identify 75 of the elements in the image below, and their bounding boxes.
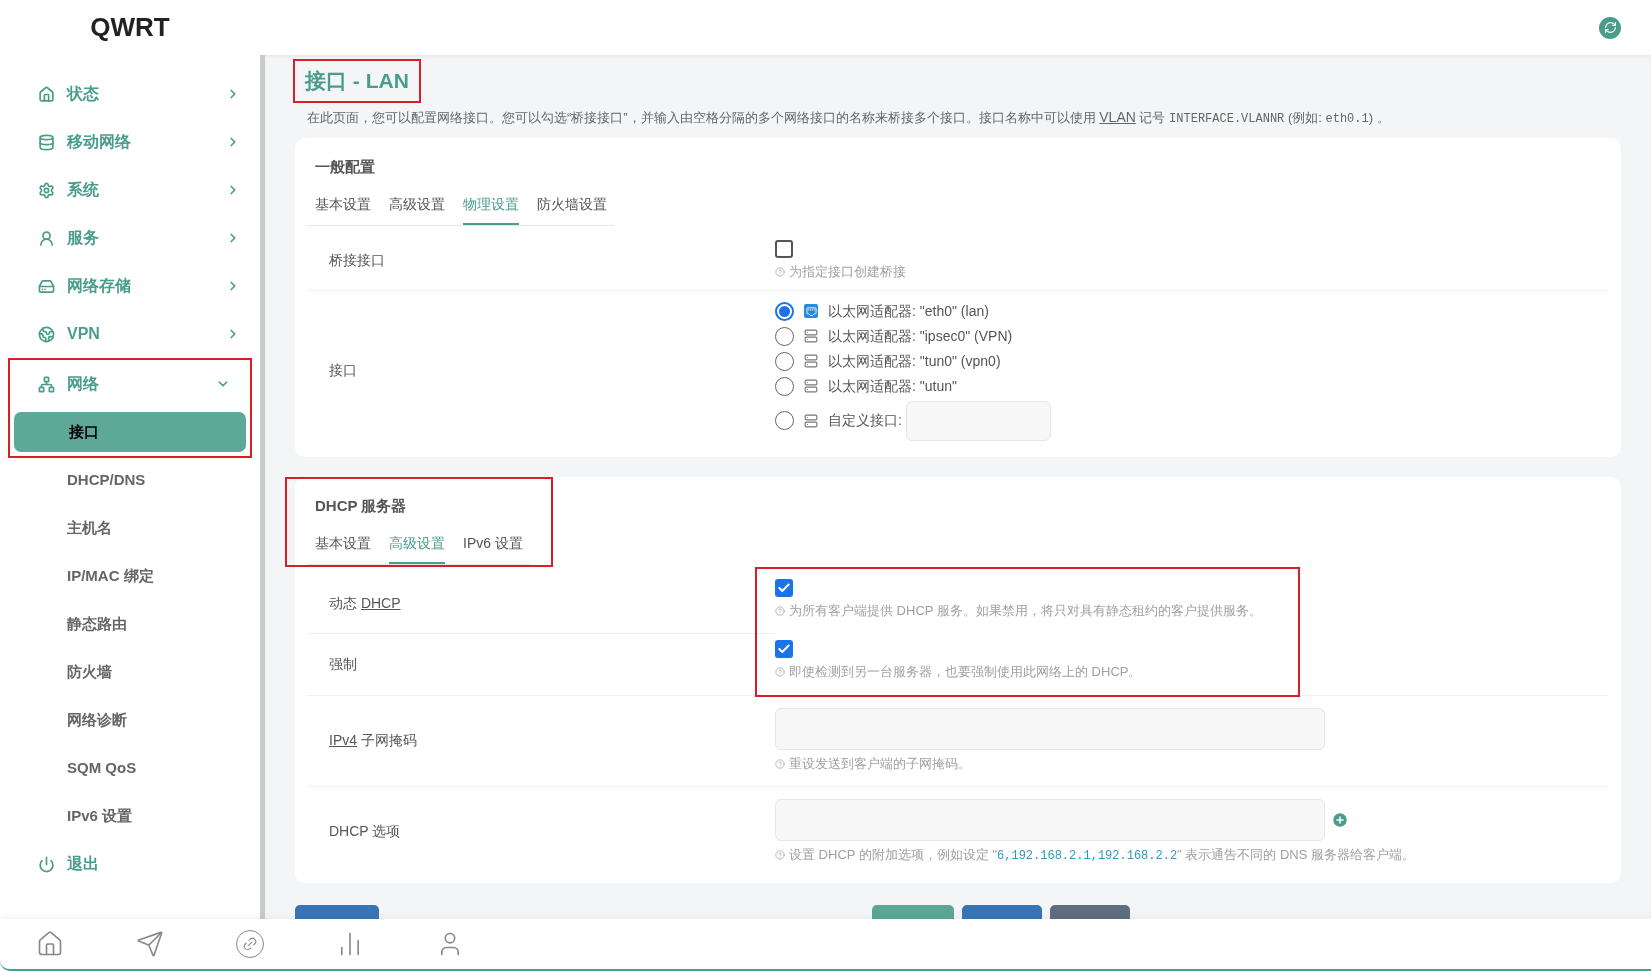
- page-description: 在此页面，您可以配置网络接口。您可以勾选“桥接接口”，并输入由空格分隔的多个网络接口的名称来桥接多个接口。接口名称中可以使用 VLAN 记号 INTERFACE.VLANNR (例如: eth0.1) 。: [306, 107, 1391, 128]
- hint-text: 为指定接口创建桥接: [789, 263, 906, 281]
- help-icon: [775, 605, 785, 616]
- action-button[interactable]: [962, 904, 1042, 921]
- home-icon: [38, 85, 55, 103]
- help-icon: [775, 266, 785, 277]
- field-label: IPv4 子网掩码: [329, 732, 417, 749]
- refresh-icon[interactable]: [1599, 16, 1621, 39]
- submenu-item[interactable]: 防火墙: [4, 652, 256, 692]
- tab[interactable]: 物理设置: [463, 194, 519, 225]
- field-label: 动态 DHCP: [329, 593, 401, 613]
- section-heading: 一般配置: [314, 156, 376, 177]
- page-title: 接口 - LAN: [305, 69, 409, 92]
- help-icon: [775, 666, 785, 677]
- gear-icon: [38, 181, 55, 199]
- tab[interactable]: 基本设置: [315, 194, 371, 225]
- hint-text: 为所有客户端提供 DHCP 服务。如果禁用，将只对具有静态租约的客户提供服务。: [789, 601, 1262, 620]
- option-label: 自定义接口:: [828, 411, 902, 430]
- sidebar-item[interactable]: 服务: [0, 214, 260, 262]
- drive-icon: [38, 277, 55, 295]
- sidebar-item[interactable]: VPN: [0, 310, 260, 358]
- action-button[interactable]: [872, 904, 954, 921]
- submenu-item[interactable]: IP/MAC 绑定: [4, 556, 256, 596]
- home-icon[interactable]: [36, 930, 64, 958]
- vlan-link[interactable]: VLAN: [1099, 108, 1136, 125]
- submenu-item[interactable]: 静态路由: [4, 604, 256, 644]
- option-label: 以太网适配器: "tun0" (vpn0): [828, 351, 1001, 371]
- checkbox[interactable]: [775, 240, 793, 258]
- tab[interactable]: 高级设置: [389, 194, 445, 225]
- user-icon: [38, 229, 55, 247]
- submenu-item[interactable]: 接口: [14, 412, 246, 452]
- check-icon: [777, 641, 791, 656]
- submenu-item[interactable]: IPv6 设置: [4, 796, 256, 836]
- tab[interactable]: 基本设置: [315, 533, 371, 564]
- help-icon: [775, 849, 785, 860]
- network-icon: [38, 375, 55, 393]
- submenu-item[interactable]: SQM QoS: [4, 748, 256, 788]
- text-field[interactable]: [775, 798, 1325, 841]
- section-heading: DHCP 服务器: [314, 495, 408, 516]
- radio-button[interactable]: [775, 301, 794, 321]
- action-button[interactable]: [295, 904, 379, 921]
- field-label: DHCP 选项: [329, 823, 401, 839]
- database-icon: [38, 133, 55, 151]
- field-label: 强制: [329, 655, 357, 674]
- checkbox[interactable]: [775, 639, 793, 658]
- send-icon[interactable]: [136, 930, 164, 958]
- hint-text: 重设发送到客户端的子网掩码。: [789, 755, 971, 773]
- sidebar-item[interactable]: 退出: [0, 840, 260, 888]
- submenu-item[interactable]: 主机名: [4, 508, 256, 548]
- sidebar-item[interactable]: 网络存储: [0, 262, 260, 310]
- tab[interactable]: 高级设置: [389, 533, 445, 564]
- tab[interactable]: 防火墙设置: [537, 194, 607, 225]
- field-label: 桥接接口: [329, 252, 385, 269]
- sidebar-item[interactable]: 系统: [0, 166, 260, 214]
- check-icon: [777, 580, 791, 595]
- brand-logo: QWRT: [90, 12, 170, 42]
- tab[interactable]: IPv6 设置: [463, 533, 523, 564]
- power-icon: [38, 855, 55, 873]
- submenu-item[interactable]: DHCP/DNS: [4, 460, 256, 500]
- submenu-item[interactable]: 网络诊断: [4, 700, 256, 740]
- help-icon: [775, 758, 785, 769]
- option-label: 以太网适配器: "utun": [828, 376, 957, 396]
- checkbox[interactable]: [775, 578, 793, 597]
- text-field[interactable]: [775, 708, 1325, 750]
- sidebar-item[interactable]: 移动网络: [0, 118, 260, 166]
- option-label: 以太网适配器: "ipsec0" (VPN): [828, 326, 1013, 346]
- sidebar-item[interactable]: 状态: [0, 70, 260, 118]
- globe-icon: [38, 325, 55, 343]
- action-button[interactable]: [1050, 904, 1130, 921]
- sidebar-item[interactable]: 网络: [10, 360, 250, 408]
- add-icon[interactable]: [1331, 810, 1349, 829]
- text-field[interactable]: [905, 400, 1051, 441]
- hint-text: 设置 DHCP 的附加选项，例如设定 "6,192.168.2.1,192.168.2.2" 表示通告不同的 DNS 服务器给客户端。: [789, 845, 1415, 865]
- option-label: 以太网适配器: "eth0" (lan): [828, 301, 989, 321]
- field-label: 接口: [329, 362, 357, 378]
